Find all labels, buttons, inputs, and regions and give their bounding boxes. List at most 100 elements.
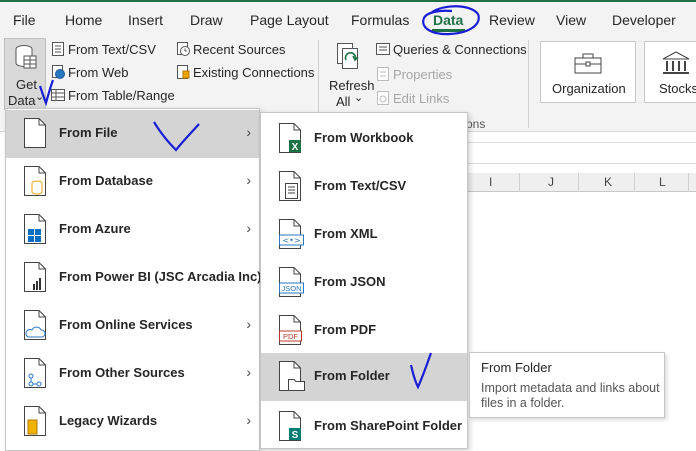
menu-item-from-json[interactable]: JSON From JSON: [261, 259, 467, 307]
recent-sources-button[interactable]: Recent Sources: [193, 42, 286, 57]
column-header-i[interactable]: I: [489, 175, 492, 189]
pdf-badge: PDF: [283, 332, 298, 341]
folder-icon: [279, 361, 305, 391]
edit-links-button[interactable]: Edit Links: [393, 91, 449, 106]
sharepoint-badge: S: [292, 430, 299, 441]
from-folder-tooltip: From Folder Import metadata and links ab…: [469, 352, 665, 418]
column-divider: [519, 173, 520, 192]
menu-item-from-text-csv[interactable]: From Text/CSV: [261, 163, 467, 211]
other-sources-icon: [24, 358, 46, 388]
database-table-icon: [15, 45, 37, 69]
menu-item-from-online-services[interactable]: From Online Services ›: [6, 302, 259, 350]
menu-item-from-pdf[interactable]: PDF From PDF: [261, 307, 467, 355]
xml-badge: <•>: [282, 236, 300, 245]
organization-label: Organization: [552, 81, 626, 96]
column-header-j[interactable]: J: [548, 175, 554, 189]
menu-item-from-power-bi[interactable]: From Power BI (JSC Arcadia Inc): [6, 254, 262, 302]
chevron-down-icon: ⌄: [35, 91, 45, 103]
menu-item-label: From File: [59, 125, 118, 140]
menu-item-legacy-wizards[interactable]: Legacy Wizards ›: [6, 398, 259, 446]
table-range-icon: [51, 89, 65, 101]
chevron-right-icon: ›: [246, 364, 251, 380]
tab-view[interactable]: View: [556, 12, 586, 28]
menu-item-from-database[interactable]: From Database ›: [6, 158, 259, 206]
organization-datatype-button[interactable]: Organization: [540, 41, 636, 103]
refresh-label-2: All: [336, 94, 351, 109]
tab-data[interactable]: Data: [433, 12, 463, 28]
json-badge: JSON: [281, 284, 301, 293]
column-header-l[interactable]: L: [659, 175, 666, 189]
chevron-right-icon: ›: [246, 412, 251, 428]
chevron-right-icon: ›: [246, 316, 251, 332]
menu-item-from-other-sources[interactable]: From Other Sources ›: [6, 350, 259, 398]
ribbon-tabs: File Home Insert Draw Page Layout Formul…: [0, 2, 696, 36]
from-table-range-button[interactable]: From Table/Range: [68, 88, 175, 103]
menu-item-label: From Folder: [314, 368, 390, 383]
text-csv-icon: [279, 171, 301, 201]
file-icon: [24, 118, 46, 148]
group-label-queries-connections: ons: [466, 117, 486, 131]
briefcase-icon: [574, 53, 602, 74]
menu-item-label: From Text/CSV: [314, 178, 407, 193]
tab-file[interactable]: File: [13, 12, 36, 28]
azure-icon: [24, 214, 46, 244]
menu-item-from-file[interactable]: From File ›: [6, 110, 259, 158]
powerbi-icon: [24, 262, 46, 292]
queries-connections-button[interactable]: Queries & Connections: [393, 42, 527, 57]
text-csv-icon: [52, 42, 64, 56]
refresh-all-button[interactable]: Refresh All ⌄: [326, 38, 375, 112]
web-icon: [52, 65, 65, 79]
chevron-right-icon: ›: [246, 220, 251, 236]
database-icon: [24, 166, 46, 196]
chevron-right-icon: ›: [246, 172, 251, 188]
get-data-label-2: Data: [8, 93, 36, 108]
from-web-button[interactable]: From Web: [68, 65, 128, 80]
tooltip-title: From Folder: [481, 360, 552, 375]
existing-connections-icon: [177, 65, 190, 79]
menu-item-label: From Other Sources: [59, 365, 185, 380]
legacy-wizard-icon: [24, 406, 46, 436]
tab-formulas[interactable]: Formulas: [351, 12, 409, 28]
from-file-submenu: X From Workbook From Text/CSV <•> From X…: [260, 112, 468, 449]
menu-item-label: From Database: [59, 173, 153, 188]
menu-item-label: From JSON: [314, 274, 386, 289]
menu-item-from-azure[interactable]: From Azure ›: [6, 206, 259, 254]
xml-icon: <•>: [279, 219, 304, 249]
tab-review[interactable]: Review: [489, 12, 535, 28]
menu-item-label: From PDF: [314, 322, 377, 337]
recent-sources-icon: [177, 42, 190, 56]
get-data-button[interactable]: Get Data ⌄: [4, 38, 46, 110]
tab-developer[interactable]: Developer: [612, 12, 676, 28]
pdf-icon: PDF: [279, 315, 302, 345]
menu-item-from-xml[interactable]: <•> From XML: [261, 211, 467, 259]
column-divider: [688, 173, 689, 192]
group-divider-2: [528, 40, 529, 128]
menu-item-from-workbook[interactable]: X From Workbook: [261, 115, 467, 163]
cloud-icon: [24, 310, 46, 340]
menu-item-from-sharepoint-folder[interactable]: S From SharePoint Folder: [261, 403, 467, 451]
get-data-menu: From File › From Database › From Azure ›…: [5, 108, 262, 451]
tab-page-layout[interactable]: Page Layout: [250, 12, 329, 28]
column-header-k[interactable]: K: [604, 175, 612, 189]
edit-links-icon: [377, 91, 389, 105]
menu-item-label: From Power BI (JSC Arcadia Inc): [59, 269, 262, 284]
tab-insert[interactable]: Insert: [128, 12, 163, 28]
excel-badge: X: [292, 142, 299, 153]
tab-home[interactable]: Home: [65, 12, 102, 28]
bank-building-icon: [662, 51, 690, 74]
excel-workbook-icon: X: [279, 123, 301, 153]
from-text-csv-button[interactable]: From Text/CSV: [68, 42, 156, 57]
menu-item-label: From XML: [314, 226, 378, 241]
sharepoint-icon: S: [279, 411, 301, 441]
existing-connections-button[interactable]: Existing Connections: [193, 65, 314, 80]
column-divider: [578, 173, 579, 192]
column-divider: [634, 173, 635, 192]
stocks-datatype-button[interactable]: Stocks: [644, 41, 696, 103]
tooltip-body: Import metadata and links about files in…: [481, 381, 660, 410]
chevron-right-icon: ›: [246, 124, 251, 140]
refresh-icon: [337, 43, 359, 69]
menu-item-from-folder[interactable]: From Folder: [261, 353, 467, 401]
tab-draw[interactable]: Draw: [190, 12, 223, 28]
formula-bar[interactable]: [440, 142, 696, 164]
properties-button[interactable]: Properties: [393, 67, 452, 82]
